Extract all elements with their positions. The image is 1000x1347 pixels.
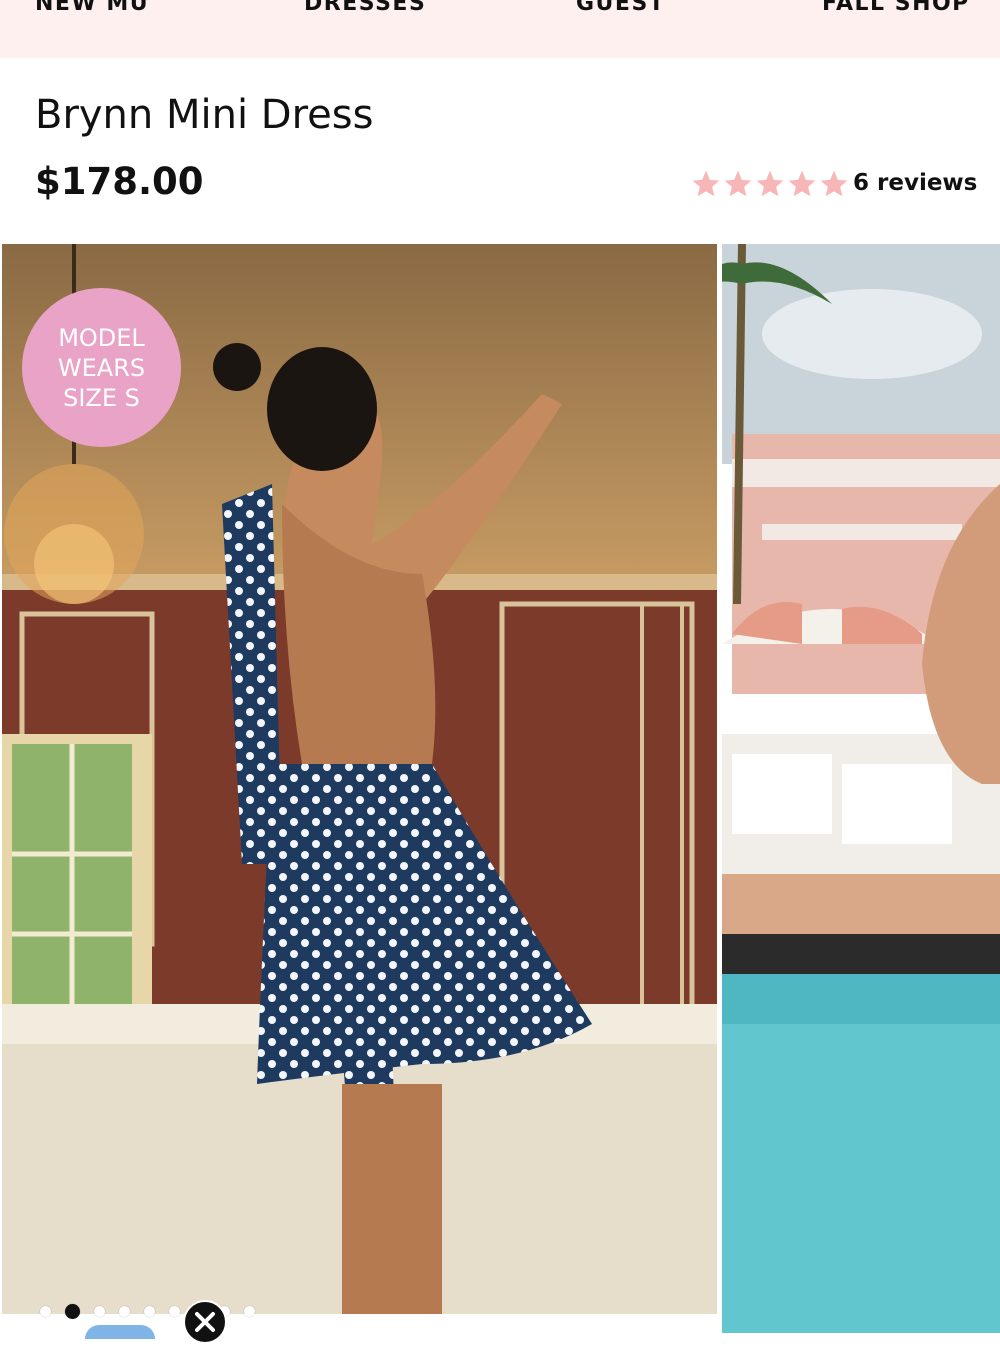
chat-widget-edge[interactable] [85, 1325, 155, 1339]
star-icon [820, 170, 848, 197]
top-navigation: NEW MU DRESSES GUEST FALL SHOP [0, 0, 1000, 58]
nav-item-new-mu[interactable]: NEW MU [35, 0, 149, 16]
nav-item-guest[interactable]: GUEST [576, 0, 665, 16]
star-icon [692, 170, 720, 197]
pagination-dot-active[interactable] [65, 1304, 80, 1319]
close-icon [195, 1312, 215, 1332]
nav-item-dresses[interactable]: DRESSES [304, 0, 426, 16]
star-icon [788, 170, 816, 197]
product-price: $178.00 [35, 160, 204, 203]
pagination-dot[interactable] [40, 1306, 51, 1317]
pagination-dot[interactable] [119, 1306, 130, 1317]
star-icon [756, 170, 784, 197]
badge-line-2: WEARS [57, 353, 146, 382]
close-button[interactable] [183, 1300, 227, 1344]
product-title: Brynn Mini Dress [35, 92, 374, 138]
rating-stars[interactable] [690, 168, 850, 200]
product-image-secondary[interactable] [722, 244, 1000, 1333]
pagination-dot[interactable] [169, 1306, 180, 1317]
nav-item-fall-shop[interactable]: FALL SHOP [822, 0, 970, 16]
badge-line-3: SIZE S [63, 383, 140, 412]
pagination-dot[interactable] [94, 1306, 105, 1317]
pagination-dot[interactable] [144, 1306, 155, 1317]
reviews-link[interactable]: 6 reviews [853, 170, 977, 196]
product-photo-pool [722, 244, 1000, 1333]
star-icon [724, 170, 752, 197]
badge-line-1: MODEL [58, 323, 145, 352]
pagination-dot[interactable] [244, 1306, 255, 1317]
model-size-badge: MODEL WEARS SIZE S [22, 288, 181, 447]
